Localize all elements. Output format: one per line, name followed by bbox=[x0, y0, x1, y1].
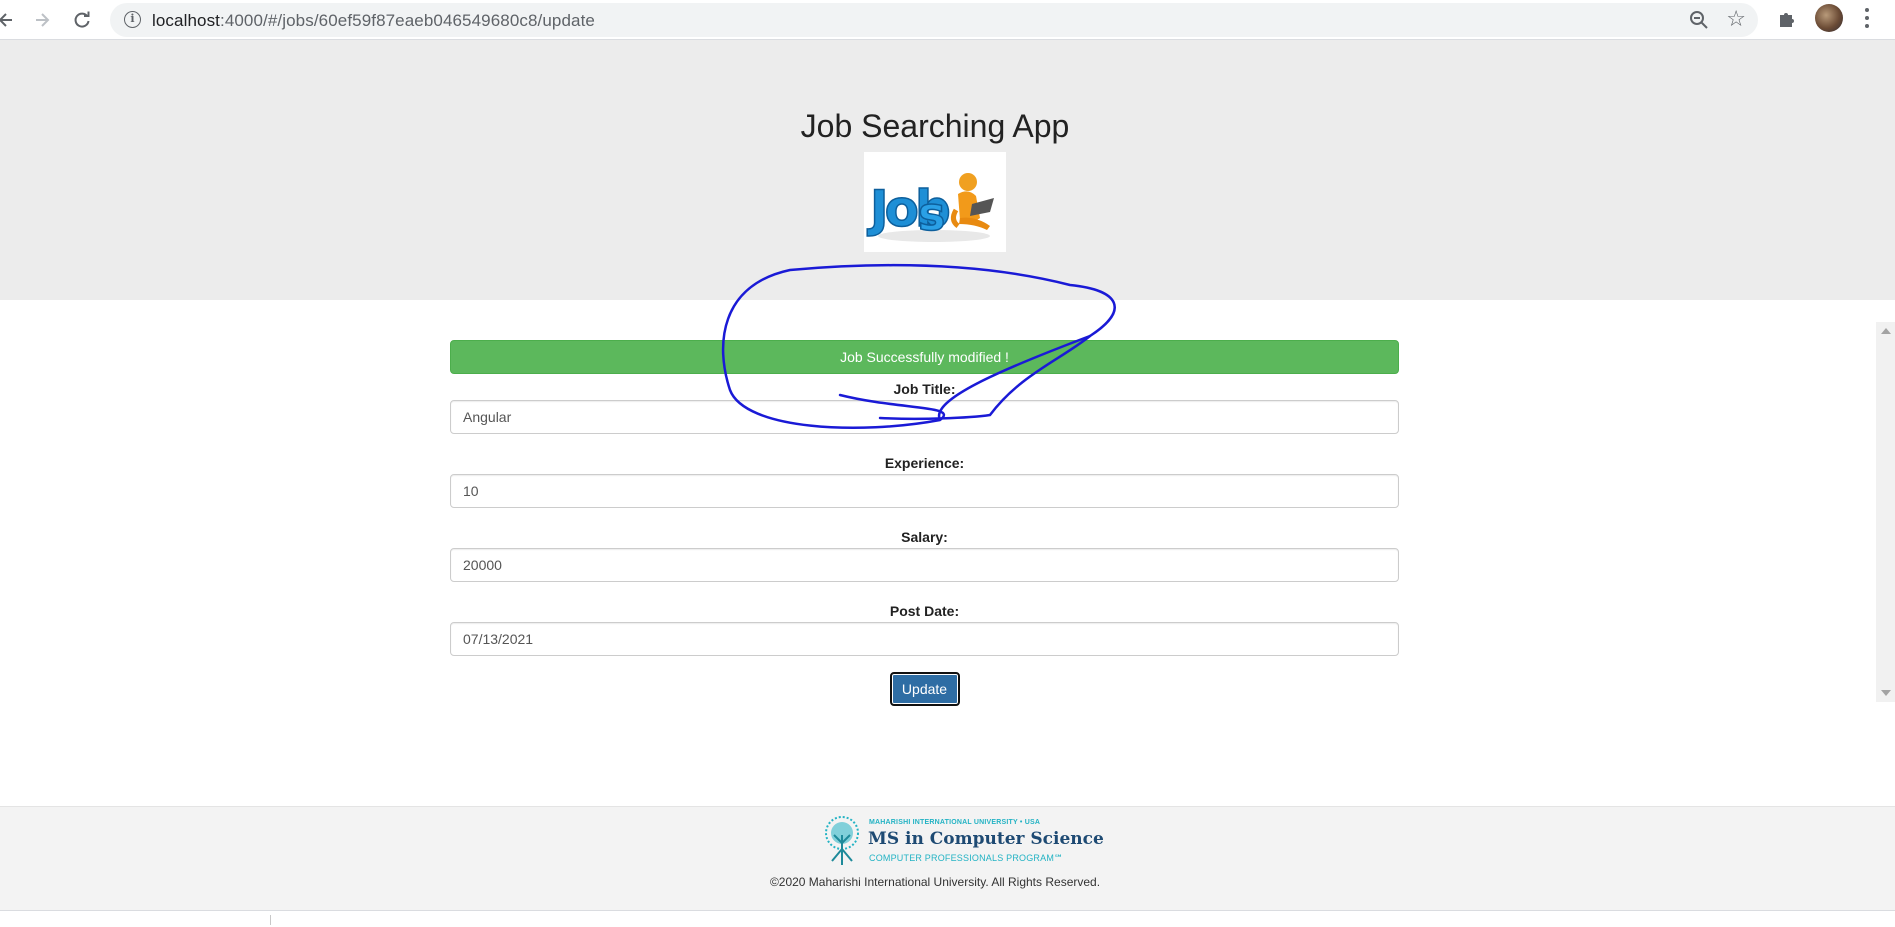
tree-icon bbox=[825, 816, 859, 865]
job-title-label: Job Title: bbox=[893, 381, 956, 397]
job-title-input[interactable] bbox=[450, 400, 1399, 434]
jobs-logo: Job s bbox=[864, 152, 1006, 252]
back-arrow-icon[interactable] bbox=[0, 6, 20, 34]
bottom-strip bbox=[0, 910, 1895, 927]
update-job-form: Job Successfully modified ! Job Title: E… bbox=[450, 340, 1399, 706]
reload-icon[interactable] bbox=[68, 6, 96, 34]
scroll-up-arrow-icon[interactable] bbox=[1881, 328, 1891, 334]
zoom-out-icon[interactable] bbox=[1688, 9, 1710, 31]
scroll-down-arrow-icon[interactable] bbox=[1881, 690, 1891, 696]
update-button[interactable]: Update bbox=[889, 672, 960, 706]
svg-text:s: s bbox=[918, 187, 945, 241]
url-host: localhost bbox=[152, 11, 220, 30]
form-group-job-title: Job Title: bbox=[450, 378, 1399, 434]
experience-input[interactable] bbox=[450, 474, 1399, 508]
salary-input[interactable] bbox=[450, 548, 1399, 582]
button-row: Update bbox=[450, 672, 1399, 706]
extensions-puzzle-icon[interactable] bbox=[1776, 8, 1798, 30]
post-date-label: Post Date: bbox=[889, 603, 960, 619]
info-icon[interactable]: i bbox=[124, 11, 141, 28]
content-scrollbar[interactable] bbox=[1876, 322, 1895, 702]
page-title: Job Searching App bbox=[800, 108, 1070, 144]
form-group-salary: Salary: bbox=[450, 526, 1399, 582]
footer-university-line: MAHARISHI INTERNATIONAL UNIVERSITY • USA bbox=[869, 819, 1041, 826]
bookmark-star-icon[interactable]: ☆ bbox=[1726, 6, 1746, 32]
copyright-text: ©2020 Maharishi International University… bbox=[769, 875, 1101, 889]
post-date-input[interactable] bbox=[450, 622, 1399, 656]
url-text[interactable]: localhost:4000/#/jobs/60ef59f87eaeb04654… bbox=[152, 11, 595, 31]
browser-menu-icon[interactable] bbox=[1862, 6, 1872, 30]
experience-label: Experience: bbox=[884, 455, 965, 471]
footer-program-subtitle: COMPUTER PROFESSIONALS PROGRAM℠ bbox=[869, 853, 1064, 863]
address-bar[interactable]: i localhost:4000/#/jobs/60ef59f87eaeb046… bbox=[110, 3, 1758, 37]
footer-program-title: MS in Computer Science bbox=[868, 829, 1104, 849]
form-group-experience: Experience: bbox=[450, 452, 1399, 508]
salary-label: Salary: bbox=[901, 529, 948, 545]
success-alert: Job Successfully modified ! bbox=[450, 340, 1399, 374]
miu-logo: MAHARISHI INTERNATIONAL UNIVERSITY • USA… bbox=[818, 815, 1104, 871]
forward-arrow-icon[interactable] bbox=[28, 6, 56, 34]
browser-toolbar: i localhost:4000/#/jobs/60ef59f87eaeb046… bbox=[0, 0, 1895, 40]
page-footer: MAHARISHI INTERNATIONAL UNIVERSITY • USA… bbox=[0, 806, 1895, 910]
profile-avatar[interactable] bbox=[1815, 4, 1843, 32]
url-path: :4000/#/jobs/60ef59f87eaeb046549680c8/up… bbox=[220, 11, 595, 30]
form-group-post-date: Post Date: bbox=[450, 600, 1399, 656]
page-header: Job Searching App Job s bbox=[0, 40, 1895, 300]
